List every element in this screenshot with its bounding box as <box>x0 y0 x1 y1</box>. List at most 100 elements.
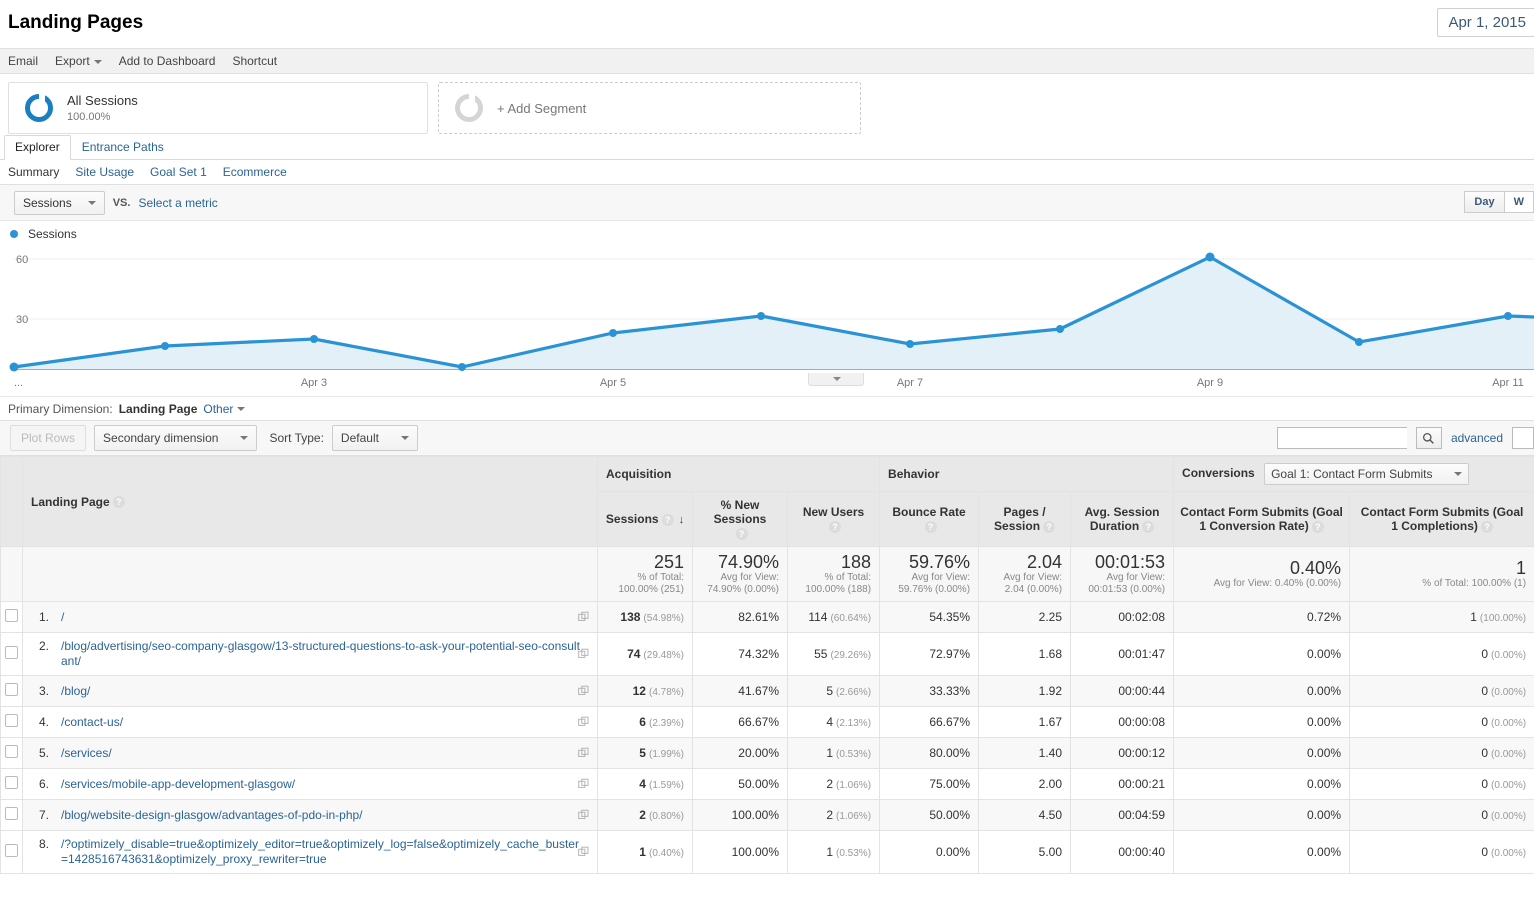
sort-type-select[interactable]: Default <box>331 425 418 451</box>
help-icon[interactable]: ? <box>1142 520 1155 533</box>
export-button[interactable]: Export <box>55 54 102 68</box>
landing-page-link[interactable]: /services/mobile-app-development-glasgow… <box>61 777 295 791</box>
primary-dimension-value[interactable]: Landing Page <box>119 402 198 416</box>
cell-bounce-rate: 0.00% <box>879 830 980 874</box>
help-icon[interactable]: ? <box>1311 520 1324 533</box>
subtab-summary[interactable]: Summary <box>8 165 59 179</box>
x-tick-0: ... <box>14 377 23 388</box>
table-row[interactable]: 1. / 138 (54.98%) 82.61% 114 (60.64%) 54.35% 2.2… <box>0 601 1534 633</box>
col-sessions[interactable]: Sessions? ↓ <box>597 491 693 547</box>
table-row[interactable]: 6. /services/mobile-app-development-glasg… <box>0 768 1534 800</box>
col-new-sessions-pct[interactable]: % New Sessions? <box>692 491 788 547</box>
granularity-week-button[interactable]: W <box>1504 191 1534 213</box>
table-row[interactable]: 3. /blog/12 (4.78%) 41.67% 5 (2.66%) 33.33% 1.9… <box>0 675 1534 707</box>
row-index: 5. <box>39 745 50 760</box>
subtab-ecommerce[interactable]: Ecommerce <box>223 165 287 179</box>
summary-checkbox-cell <box>0 546 23 602</box>
add-to-dashboard-button[interactable]: Add to Dashboard <box>119 54 216 68</box>
landing-page-link[interactable]: /contact-us/ <box>61 715 123 729</box>
search-input[interactable] <box>1276 427 1407 449</box>
open-in-new-icon[interactable] <box>578 747 589 759</box>
shortcut-button[interactable]: Shortcut <box>232 54 277 68</box>
landing-page-link[interactable]: /?optimizely_disable=true&optimizely_edi… <box>61 837 579 866</box>
table-row[interactable]: 2. /blog/advertising/seo-company-glasgow/… <box>0 632 1534 676</box>
landing-page-link[interactable]: / <box>61 610 64 624</box>
help-icon[interactable]: ? <box>1043 520 1056 533</box>
col-goal-completions[interactable]: Contact Form Submits (Goal 1 Completions… <box>1349 491 1534 547</box>
open-in-new-icon[interactable] <box>578 611 589 623</box>
row-checkbox-cell[interactable] <box>0 706 23 738</box>
row-checkbox[interactable] <box>5 745 18 758</box>
row-checkbox-cell[interactable] <box>0 601 23 633</box>
open-in-new-icon[interactable] <box>578 778 589 790</box>
row-checkbox-cell[interactable] <box>0 632 23 676</box>
row-checkbox[interactable] <box>5 646 18 659</box>
col-avg-session-duration[interactable]: Avg. Session Duration? <box>1070 491 1175 547</box>
row-checkbox[interactable] <box>5 776 18 789</box>
col-new-users[interactable]: New Users? <box>786 491 881 547</box>
col-bounce-rate[interactable]: Bounce Rate? <box>879 491 980 547</box>
chart-svg[interactable]: 60 30 ... Apr 3 Apr 5 Apr 7 Apr 9 Apr 11 <box>0 243 1534 388</box>
tab-entrance-paths[interactable]: Entrance Paths <box>71 135 175 160</box>
help-icon[interactable]: ? <box>829 520 842 533</box>
landing-page-link[interactable]: /blog/website-design-glasgow/advantages-… <box>61 808 363 822</box>
search-button[interactable] <box>1415 427 1442 449</box>
help-icon[interactable]: ? <box>661 513 674 526</box>
row-checkbox-cell[interactable] <box>0 737 23 769</box>
row-checkbox[interactable] <box>5 844 18 857</box>
table-row[interactable]: 4./contact-us/6 (2.39%) 66.67% 4 (2.13%) 66.6… <box>0 706 1534 738</box>
cell-new-sessions-pct: 100.00% <box>692 830 788 874</box>
metric-selector[interactable]: Sessions <box>14 190 105 215</box>
add-segment-button[interactable]: + Add Segment <box>438 82 861 134</box>
dimension-header[interactable]: Landing Page? <box>22 456 598 547</box>
landing-page-cell: 7. /blog/website-design-glasgow/advantage… <box>22 799 598 831</box>
row-checkbox[interactable] <box>5 683 18 696</box>
granularity-day-button[interactable]: Day <box>1464 191 1505 213</box>
row-checkbox-cell[interactable] <box>0 830 23 874</box>
table-row[interactable]: 5. /services/5 (1.99%) 20.00% 1 (0.53%) 80.00%… <box>0 737 1534 769</box>
segment-all-sessions[interactable]: All Sessions 100.00% <box>8 82 428 134</box>
table-row[interactable]: 8. /?optimizely_disable=true&optimizely_e… <box>0 830 1534 874</box>
subtab-site-usage[interactable]: Site Usage <box>75 165 134 179</box>
help-icon[interactable]: ? <box>112 496 125 509</box>
subtab-goal-set-1[interactable]: Goal Set 1 <box>150 165 207 179</box>
goal-selector[interactable]: Goal 1: Contact Form Submits <box>1264 463 1470 485</box>
landing-page-link[interactable]: /blog/advertising/seo-company-glasgow/13… <box>61 639 580 668</box>
help-icon[interactable]: ? <box>735 527 748 540</box>
landing-page-link[interactable]: /blog/ <box>61 684 90 698</box>
plot-rows-button[interactable]: Plot Rows <box>10 425 87 451</box>
table-row[interactable]: 7. /blog/website-design-glasgow/advantage… <box>0 799 1534 831</box>
row-checkbox-cell[interactable] <box>0 675 23 707</box>
chart-collapse-handle[interactable] <box>808 373 864 386</box>
email-button[interactable]: Email <box>8 54 38 68</box>
open-in-new-icon[interactable] <box>578 685 589 697</box>
cell-new-users: 114 (60.64%) <box>786 601 881 633</box>
col-pages-session[interactable]: Pages / Session? <box>978 491 1072 547</box>
cell-new-sessions-pct: 50.00% <box>692 768 788 800</box>
advanced-link[interactable]: advanced <box>1451 431 1503 445</box>
col-goal-conversion-rate[interactable]: Contact Form Submits (Goal 1 Conversion … <box>1173 491 1351 547</box>
open-in-new-icon[interactable] <box>578 648 589 660</box>
cell-goal-rate: 0.00% <box>1173 737 1351 769</box>
secondary-dimension-button[interactable]: Secondary dimension <box>94 425 258 451</box>
row-checkbox[interactable] <box>5 807 18 820</box>
landing-page-link[interactable]: /services/ <box>61 746 112 760</box>
row-checkbox-cell[interactable] <box>0 768 23 800</box>
cell-goal-completions: 0 (0.00%) <box>1349 706 1534 738</box>
row-checkbox-cell[interactable] <box>0 799 23 831</box>
row-checkbox[interactable] <box>5 609 18 622</box>
x-tick-apr-7: Apr 7 <box>897 377 923 388</box>
open-in-new-icon[interactable] <box>578 846 589 858</box>
cell-pages-session: 2.25 <box>978 601 1072 633</box>
date-range-selector[interactable]: Apr 1, 2015 <box>1437 8 1534 37</box>
open-in-new-icon[interactable] <box>578 716 589 728</box>
view-type-button[interactable] <box>1512 427 1534 449</box>
select-a-metric-link[interactable]: Select a metric <box>138 196 217 210</box>
select-all-header[interactable] <box>0 456 23 547</box>
open-in-new-icon[interactable] <box>578 809 589 821</box>
help-icon[interactable]: ? <box>924 520 937 533</box>
row-checkbox[interactable] <box>5 714 18 727</box>
primary-dimension-other[interactable]: Other <box>203 402 246 416</box>
tab-explorer[interactable]: Explorer <box>4 135 71 160</box>
help-icon[interactable]: ? <box>1480 520 1493 533</box>
